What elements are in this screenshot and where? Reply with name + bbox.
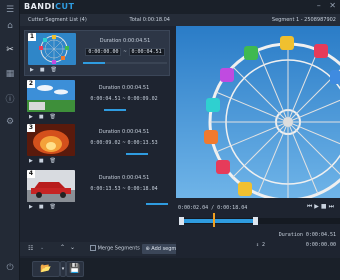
segment-thumbnail: 3 (27, 124, 75, 156)
stop-icon[interactable]: ■ (39, 114, 44, 120)
dropdown-icon[interactable]: ⌄ (40, 245, 44, 251)
end-time-field[interactable]: 0:00:13.53 (128, 140, 158, 146)
home-icon[interactable]: ⌂ (4, 20, 16, 32)
segment-range-fill[interactable] (146, 203, 168, 205)
end-time-field[interactable]: 0:00:18.04 (128, 186, 158, 192)
start-time-field[interactable]: 0:00:09.02 (90, 140, 120, 146)
menu-icon[interactable]: ☰ (4, 4, 16, 16)
segment-controls: ▶ ■ 🗑 (27, 157, 75, 165)
ferris-wheel-frame (176, 26, 340, 198)
end-time-field[interactable]: 0:00:04.51 (128, 47, 165, 56)
timeline-selection[interactable] (180, 219, 256, 223)
segment-times: 0:00:04.51 ~ 0:00:09.02 (80, 94, 168, 103)
segment-number: 3 (27, 124, 35, 132)
end-handle[interactable] (253, 217, 258, 225)
scroll-down-icon[interactable]: ⌄ (70, 244, 75, 251)
segment-list-total: Total 0:00:18.04 (129, 17, 171, 23)
chevron-down-icon: ▾ (61, 266, 65, 272)
duration-label-row: Duration 0:00:04.51 (278, 232, 336, 238)
list-view-icon[interactable]: ☷ (28, 245, 33, 252)
folder-icon: 📂 (40, 264, 52, 274)
segment-duration: Duration 0:00:04.51 (98, 129, 150, 135)
scroll-up-icon[interactable]: ⌃ (60, 244, 65, 251)
playhead[interactable] (213, 213, 215, 227)
segment-duration: Duration 0:00:04.51 (98, 175, 150, 181)
timeline-panel: 0:00:02.04 / 0:00:18.04 ⏮▶■⏭ Duration 0:… (176, 198, 340, 258)
save-icon: 💾 (69, 264, 81, 274)
timecode-display: 0:00:02.04 / 0:00:18.04 (178, 205, 248, 211)
segment-item[interactable]: 3 ▶ ■ 🗑 Duration 0:00:04.51 0:00:09.02 ~ 0… (24, 122, 170, 168)
time-separator: ~ (122, 139, 126, 146)
time-separator: ~ (122, 95, 126, 102)
segment-controls: ▶ ■ 🗑 (27, 113, 75, 121)
segment-thumbnail: 2 (27, 80, 75, 112)
segment-list-title: Cutter Segment List (4) (28, 17, 87, 23)
segment-times: 0:00:13.53 ~ 0:00:18.04 (80, 184, 168, 193)
segment-range-fill[interactable] (83, 62, 105, 64)
segment-number: 4 (27, 170, 35, 178)
close-icon[interactable]: ✕ (329, 1, 336, 10)
stop-icon[interactable]: ■ (321, 203, 329, 210)
speed-stepper[interactable]: ⇕ 2 (256, 242, 265, 248)
segment-list-footer: ☷ ⌄ ⌃ ⌄ Merge Segments ⊕ Add segment (20, 242, 188, 256)
start-value[interactable]: 0:00:00.00 (306, 242, 336, 248)
segment-thumbnail: 1 (28, 33, 76, 65)
play-icon[interactable]: ▶ (29, 114, 33, 120)
video-preview (176, 26, 340, 198)
segment-thumbnail: 4 (27, 170, 75, 202)
segment-duration: Duration 0:00:04.51 (98, 85, 150, 91)
time-separator: ~ (122, 185, 126, 192)
end-time-field[interactable]: 0:00:09.02 (128, 96, 158, 102)
start-time-field[interactable]: 0:00:00.00 (85, 47, 122, 56)
merge-checkbox[interactable]: Merge Segments (90, 245, 140, 252)
stepper-icon: ⇕ (256, 242, 260, 248)
bottom-bar: 📂 ▾ 💾 (20, 258, 340, 280)
segment-item[interactable]: 2 ▶ ■ 🗑 Duration 0:00:04.51 0:00:04.51 ~ 0… (24, 78, 170, 124)
segment-item[interactable]: 1 ▶ ■ 🗑 Duration 0:00:04.51 0:00:00.00 ~ 0… (24, 30, 170, 76)
time-separator: ~ (123, 48, 127, 55)
start-handle[interactable] (179, 217, 184, 225)
stop-icon[interactable]: ■ (40, 67, 45, 73)
start-time-field[interactable]: 0:00:04.51 (90, 96, 120, 102)
segment-range-fill[interactable] (104, 109, 126, 111)
play-icon[interactable]: ▶ (29, 158, 33, 164)
segment-controls: ▶ ■ 🗑 (28, 66, 76, 74)
film-icon[interactable]: ▦ (4, 68, 16, 80)
segment-list-header: Cutter Segment List (4) Total 0:00:18.04 (20, 14, 176, 26)
minimize-icon[interactable]: – (317, 1, 321, 10)
app-logo: BANDICUT (24, 2, 75, 11)
play-icon[interactable]: ▶ (29, 204, 33, 210)
delete-icon[interactable]: 🗑 (51, 67, 57, 73)
segment-times: 0:00:09.02 ~ 0:00:13.53 (80, 138, 168, 147)
play-icon[interactable]: ▶ (314, 203, 321, 210)
cut-icon[interactable]: ✂ (4, 44, 16, 56)
settings-icon[interactable]: ⚙ (4, 116, 16, 128)
segment-item[interactable]: 4 ▶ ■ 🗑 Duration 0:00:04.51 0:00:13.53 ~ 0… (24, 168, 170, 214)
play-icon[interactable]: ▶ (30, 67, 34, 73)
save-button[interactable]: 💾 (66, 261, 84, 277)
player-controls: ⏮▶■⏭ (307, 203, 336, 211)
start-time-field[interactable]: 0:00:13.53 (90, 186, 120, 192)
open-folder-button[interactable]: 📂 (32, 261, 60, 277)
next-frame-icon[interactable]: ⏭ (329, 203, 336, 210)
delete-icon[interactable]: 🗑 (50, 204, 56, 210)
merge-label: Merge Segments (97, 245, 140, 252)
left-rail: ☰ ⌂ ✂ ▦ ⓘ ⚙ ⏻ (0, 0, 20, 280)
plus-icon: ⊕ (145, 246, 150, 252)
segment-number: 2 (27, 80, 35, 88)
preview-title: Segment 1 - 2508987902 (271, 17, 336, 23)
segment-range-fill[interactable] (126, 153, 148, 155)
preview-header: Segment 1 - 2508987902 (176, 14, 340, 26)
segment-times: 0:00:00.00 ~ 0:00:04.51 (81, 47, 169, 56)
segment-number: 1 (28, 33, 36, 41)
delete-icon[interactable]: 🗑 (50, 158, 56, 164)
power-icon[interactable]: ⏻ (4, 262, 16, 274)
segment-controls: ▶ ■ 🗑 (27, 203, 75, 211)
delete-icon[interactable]: 🗑 (50, 114, 56, 120)
window-controls: – ✕ (317, 1, 336, 10)
info-icon[interactable]: ⓘ (4, 92, 16, 105)
stop-icon[interactable]: ■ (39, 204, 44, 210)
segment-duration: Duration 0:00:04.51 (99, 38, 151, 44)
stop-icon[interactable]: ■ (39, 158, 44, 164)
